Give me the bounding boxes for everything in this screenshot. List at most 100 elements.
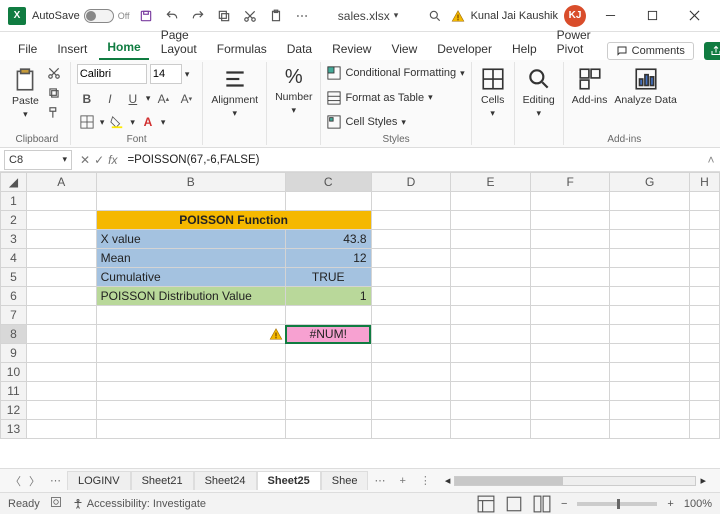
error-warning-icon[interactable]	[269, 327, 283, 341]
close-button[interactable]	[676, 2, 712, 30]
new-sheet-button[interactable]: +	[391, 475, 413, 487]
worksheet[interactable]: ◢ A B C D E F G H 1 2 POISSON Function 3 X…	[0, 172, 720, 468]
number-btn[interactable]: %Number▾	[273, 64, 314, 118]
sheet-tab[interactable]: Sheet21	[131, 471, 194, 490]
accessibility-status[interactable]: Accessibility: Investigate	[72, 498, 206, 510]
row-header[interactable]: 11	[1, 382, 27, 401]
col-header[interactable]: F	[530, 173, 610, 192]
normal-view-icon[interactable]	[477, 496, 495, 512]
expand-formula-bar[interactable]: ˄	[702, 153, 720, 167]
cell[interactable]: Cumulative	[96, 268, 285, 287]
tab-more-right[interactable]: ⋯	[368, 474, 391, 487]
row-header[interactable]: 3	[1, 230, 27, 249]
save-icon[interactable]	[136, 6, 156, 26]
editing-btn[interactable]: Editing▾	[521, 64, 557, 121]
paste-button[interactable]: Paste▾	[10, 65, 41, 122]
shrink-font-btn[interactable]: A▾	[176, 90, 196, 108]
cell[interactable]: 12	[285, 249, 371, 268]
row-header[interactable]: 2	[1, 211, 27, 230]
formula-input[interactable]: =POISSON(67,-6,FALSE)	[121, 154, 702, 166]
tab-home[interactable]: Home	[99, 36, 148, 60]
name-box[interactable]: C8▾	[4, 150, 72, 170]
sheet-tab[interactable]: LOGINV	[67, 471, 131, 490]
row-header[interactable]: 5	[1, 268, 27, 287]
cell[interactable]: Mean	[96, 249, 285, 268]
alignment-btn[interactable]: Alignment▾	[209, 64, 260, 121]
col-header[interactable]: H	[690, 173, 720, 192]
selected-cell[interactable]: #NUM!	[285, 325, 371, 344]
format-painter-btn[interactable]	[44, 104, 64, 122]
sheet-tab[interactable]: Sheet24	[194, 471, 257, 490]
cell[interactable]: POISSON Distribution Value	[96, 287, 285, 306]
fx-cancel-icon[interactable]: ✕	[80, 153, 90, 167]
font-size-select[interactable]	[150, 64, 182, 84]
tab-formulas[interactable]: Formulas	[209, 38, 275, 60]
page-break-view-icon[interactable]	[533, 496, 551, 512]
tab-developer[interactable]: Developer	[429, 38, 500, 60]
filename[interactable]: sales.xlsx▾	[338, 9, 399, 23]
col-header[interactable]: B	[96, 173, 285, 192]
cell-styles-btn[interactable]: Cell Styles▾	[327, 113, 464, 131]
cell[interactable]: POISSON Function	[96, 211, 371, 230]
more-qat-icon[interactable]	[292, 6, 312, 26]
zoom-in[interactable]: +	[667, 498, 673, 510]
macro-rec-icon[interactable]	[50, 496, 62, 511]
font-color-btn[interactable]: A	[138, 113, 158, 131]
zoom-slider[interactable]	[577, 502, 657, 506]
fill-color-btn[interactable]	[107, 113, 127, 131]
cond-format-btn[interactable]: Conditional Formatting▾	[327, 64, 464, 82]
row-header[interactable]: 8	[1, 325, 27, 344]
border-btn[interactable]	[77, 113, 97, 131]
undo-icon[interactable]	[162, 6, 182, 26]
row-header[interactable]: 1	[1, 192, 27, 211]
tab-powerpivot[interactable]: Power Pivot	[549, 24, 599, 60]
col-header[interactable]: C	[285, 173, 371, 192]
col-header[interactable]: E	[451, 173, 531, 192]
col-header[interactable]: A	[26, 173, 96, 192]
redo-icon[interactable]	[188, 6, 208, 26]
tab-data[interactable]: Data	[279, 38, 320, 60]
underline-btn[interactable]: U	[123, 90, 143, 108]
copy-icon[interactable]	[214, 6, 234, 26]
cells-btn[interactable]: Cells▾	[478, 64, 508, 121]
cell[interactable]: 43.8	[285, 230, 371, 249]
cell[interactable]: TRUE	[285, 268, 371, 287]
fx-accept-icon[interactable]: ✓	[94, 153, 104, 167]
search-icon[interactable]	[425, 6, 445, 26]
tab-nav-next[interactable]: 〉	[25, 473, 44, 489]
maximize-button[interactable]	[634, 2, 670, 30]
select-all[interactable]: ◢	[1, 173, 27, 192]
cut-icon[interactable]	[240, 6, 260, 26]
comments-button[interactable]: Comments	[607, 42, 694, 60]
row-header[interactable]: 9	[1, 344, 27, 363]
sheet-tab-active[interactable]: Sheet25	[257, 471, 321, 490]
tab-more-left[interactable]: ⋯	[44, 474, 67, 487]
fx-icon[interactable]: fx	[108, 153, 117, 167]
grow-font-btn[interactable]: A▴	[153, 90, 173, 108]
row-header[interactable]: 13	[1, 420, 27, 439]
col-header[interactable]: G	[610, 173, 690, 192]
tab-nav-prev[interactable]: 〈	[6, 473, 25, 489]
share-button[interactable]: ▾	[704, 42, 720, 60]
tab-insert[interactable]: Insert	[49, 38, 95, 60]
col-header[interactable]: D	[371, 173, 451, 192]
cell[interactable]: X value	[96, 230, 285, 249]
tab-file[interactable]: File	[10, 38, 45, 60]
row-header[interactable]: 6	[1, 287, 27, 306]
row-header[interactable]: 10	[1, 363, 27, 382]
zoom-level[interactable]: 100%	[684, 498, 712, 510]
autosave-toggle[interactable]: AutoSave Off	[32, 9, 130, 23]
toggle-off-icon[interactable]	[84, 9, 114, 23]
tab-pagelayout[interactable]: Page Layout	[153, 24, 205, 60]
format-table-btn[interactable]: Format as Table▾	[327, 89, 464, 107]
row-header[interactable]: 4	[1, 249, 27, 268]
page-layout-view-icon[interactable]	[505, 496, 523, 512]
tab-view[interactable]: View	[383, 38, 425, 60]
row-header[interactable]: 12	[1, 401, 27, 420]
tab-help[interactable]: Help	[504, 38, 545, 60]
italic-btn[interactable]: I	[100, 90, 120, 108]
bold-btn[interactable]: B	[77, 90, 97, 108]
tab-review[interactable]: Review	[324, 38, 379, 60]
sheet-tab[interactable]: Shee	[321, 471, 369, 490]
h-scrollbar[interactable]: ◂▸	[437, 474, 714, 487]
